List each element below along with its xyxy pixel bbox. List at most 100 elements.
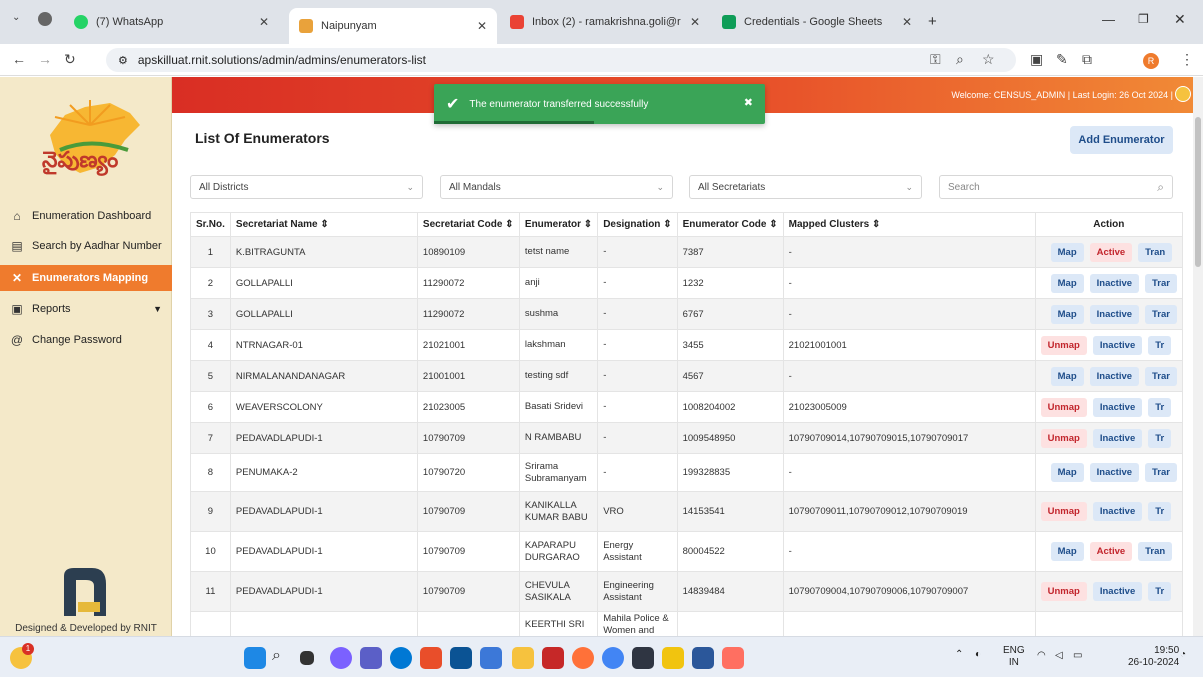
active-button[interactable]: Active bbox=[1089, 242, 1133, 262]
language-indicator[interactable]: ENG IN bbox=[1003, 645, 1025, 669]
search-input[interactable]: Search ⌕ bbox=[939, 175, 1173, 199]
notifications-icon[interactable]: ◔ bbox=[1180, 649, 1186, 661]
user-avatar-icon[interactable] bbox=[1175, 86, 1191, 102]
word-icon[interactable] bbox=[692, 647, 714, 669]
unmap-button[interactable]: Unmap bbox=[1040, 582, 1087, 601]
map-button[interactable]: Map bbox=[1050, 242, 1084, 262]
forward-icon[interactable]: → bbox=[38, 51, 52, 67]
tray-app-icon[interactable]: ◐ bbox=[975, 649, 981, 661]
sidebar-item-search-aadhar[interactable]: ▤ Search by Aadhar Number bbox=[0, 233, 172, 259]
sidebar-item-reports[interactable]: ▣ Reports ▼ bbox=[0, 296, 172, 322]
transfer-button[interactable]: Trar bbox=[1145, 273, 1177, 293]
transfer-button[interactable]: Trar bbox=[1145, 304, 1177, 324]
wifi-icon[interactable]: ◠ bbox=[1037, 650, 1046, 662]
scrollbar-thumb[interactable] bbox=[1195, 117, 1201, 267]
transfer-button[interactable]: Tran bbox=[1138, 542, 1173, 561]
task-view-icon[interactable] bbox=[300, 651, 314, 665]
inactive-button[interactable]: Inactive bbox=[1092, 335, 1143, 355]
district-select[interactable]: All Districts ⌄ bbox=[190, 175, 423, 199]
network-app-icon[interactable] bbox=[480, 647, 502, 669]
clock[interactable]: 19:50 26-10-2024 bbox=[1128, 645, 1179, 669]
col-mapped-clusters[interactable]: Mapped Clusters ⇕ bbox=[782, 212, 1036, 237]
mandal-select[interactable]: All Mandals ⌄ bbox=[440, 175, 673, 199]
inactive-button[interactable]: Inactive bbox=[1089, 463, 1140, 482]
password-key-icon[interactable]: ⚿ bbox=[930, 51, 941, 68]
page-scrollbar[interactable] bbox=[1193, 77, 1203, 636]
col-srno[interactable]: Sr.No. bbox=[190, 212, 231, 237]
url-field[interactable]: ⚙ apskilluat.rnit.solutions/admin/admins… bbox=[106, 48, 1016, 72]
inactive-button[interactable]: Inactive bbox=[1092, 397, 1143, 417]
transfer-button[interactable]: Tr bbox=[1148, 428, 1172, 448]
tab-sheets[interactable]: Credentials - Google Sheets ✕ bbox=[712, 8, 922, 36]
close-tab-icon[interactable]: ✕ bbox=[259, 15, 269, 29]
profile-avatar[interactable]: R bbox=[1143, 53, 1159, 69]
inactive-button[interactable]: Inactive bbox=[1092, 582, 1143, 601]
browser-menu-icon[interactable]: ⋮ bbox=[1180, 51, 1194, 68]
transfer-button[interactable]: Tr bbox=[1148, 335, 1172, 355]
tab-gmail[interactable]: Inbox (2) - ramakrishna.goli@r ✕ bbox=[500, 8, 710, 36]
back-icon[interactable]: ← bbox=[12, 51, 26, 67]
chrome-taskbar-icon[interactable] bbox=[602, 647, 624, 669]
col-designation[interactable]: Designation ⇕ bbox=[597, 212, 678, 237]
file-explorer-icon[interactable] bbox=[512, 647, 534, 669]
terminal-icon[interactable] bbox=[632, 647, 654, 669]
inactive-button[interactable]: Inactive bbox=[1089, 304, 1140, 324]
edge-icon[interactable] bbox=[390, 647, 412, 669]
col-enumerator[interactable]: Enumerator ⇕ bbox=[518, 212, 599, 237]
inactive-button[interactable]: Inactive bbox=[1092, 502, 1143, 521]
sidebar-item-enumerators-mapping[interactable]: ✕ Enumerators Mapping bbox=[0, 265, 172, 291]
inactive-button[interactable]: Inactive bbox=[1089, 366, 1140, 386]
firefox-icon[interactable] bbox=[572, 647, 594, 669]
add-enumerator-button[interactable]: Add Enumerator bbox=[1070, 126, 1173, 154]
extensions-puzzle-icon[interactable]: ⧉ bbox=[1082, 51, 1092, 68]
unmap-button[interactable]: Unmap bbox=[1040, 397, 1087, 417]
battery-icon[interactable]: ▭ bbox=[1073, 650, 1082, 662]
close-window-icon[interactable]: ✕ bbox=[1174, 11, 1186, 28]
transfer-button[interactable]: Tr bbox=[1148, 502, 1172, 521]
transfer-button[interactable]: Tran bbox=[1138, 242, 1173, 262]
active-button[interactable]: Active bbox=[1089, 542, 1133, 561]
store-icon[interactable] bbox=[450, 647, 472, 669]
col-secretariat-code[interactable]: Secretariat Code ⇕ bbox=[416, 212, 520, 237]
search-icon[interactable]: ⌕ bbox=[272, 647, 294, 669]
restore-icon[interactable]: ❐ bbox=[1138, 12, 1149, 26]
inactive-button[interactable]: Inactive bbox=[1089, 273, 1140, 293]
unmap-button[interactable]: Unmap bbox=[1040, 502, 1087, 521]
map-button[interactable]: Map bbox=[1050, 273, 1084, 293]
secretariat-select[interactable]: All Secretariats ⌄ bbox=[689, 175, 922, 199]
col-secretariat-name[interactable]: Secretariat Name ⇕ bbox=[229, 212, 418, 237]
close-tab-icon[interactable]: ✕ bbox=[690, 15, 700, 29]
copilot-icon[interactable] bbox=[330, 647, 352, 669]
extension-icon[interactable]: ✎ bbox=[1056, 51, 1068, 68]
snipping-tool-icon[interactable] bbox=[722, 647, 744, 669]
new-tab-icon[interactable]: + bbox=[928, 13, 937, 30]
unmap-button[interactable]: Unmap bbox=[1040, 335, 1087, 355]
map-button[interactable]: Map bbox=[1050, 463, 1084, 482]
bookmark-star-icon[interactable]: ☆ bbox=[982, 51, 995, 68]
map-button[interactable]: Map bbox=[1050, 542, 1084, 561]
unmap-button[interactable]: Unmap bbox=[1040, 428, 1087, 448]
tab-whatsapp[interactable]: (7) WhatsApp ✕ bbox=[64, 8, 279, 36]
close-tab-icon[interactable]: ✕ bbox=[902, 15, 912, 29]
transfer-button[interactable]: Trar bbox=[1145, 366, 1177, 386]
screenshot-icon[interactable]: ▣ bbox=[1030, 51, 1043, 68]
sidebar-item-enumeration-dashboard[interactable]: ⌂ Enumeration Dashboard bbox=[0, 203, 172, 229]
map-button[interactable]: Map bbox=[1050, 304, 1084, 324]
col-enumerator-code[interactable]: Enumerator Code ⇕ bbox=[676, 212, 784, 237]
office-icon[interactable] bbox=[420, 647, 442, 669]
teams-icon[interactable] bbox=[360, 647, 382, 669]
minimize-icon[interactable]: — bbox=[1102, 12, 1115, 27]
site-info-icon[interactable]: ⚙ bbox=[118, 54, 128, 67]
close-tab-icon[interactable]: ✕ bbox=[477, 19, 487, 33]
zoom-icon[interactable]: ⌕ bbox=[956, 51, 964, 68]
map-button[interactable]: Map bbox=[1050, 366, 1084, 386]
sidebar-item-change-password[interactable]: @ Change Password bbox=[0, 327, 172, 353]
tab-naipunyam[interactable]: Naipunyam ✕ bbox=[289, 8, 497, 44]
reload-icon[interactable]: ↻ bbox=[64, 51, 76, 68]
security-app-icon[interactable] bbox=[542, 647, 564, 669]
tray-expand-icon[interactable]: ⌃ bbox=[955, 649, 963, 661]
toast-close-icon[interactable]: ✖ bbox=[744, 96, 753, 109]
inactive-button[interactable]: Inactive bbox=[1092, 428, 1143, 448]
transfer-button[interactable]: Tr bbox=[1148, 582, 1172, 601]
notepad-icon[interactable] bbox=[662, 647, 684, 669]
